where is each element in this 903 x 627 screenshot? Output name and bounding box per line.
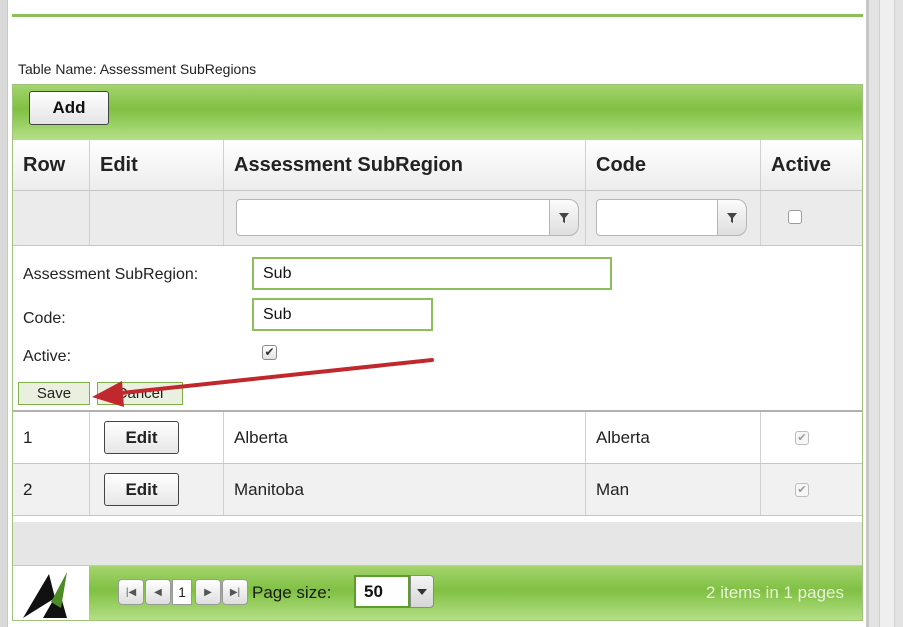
- active-filter-checkbox[interactable]: [788, 210, 802, 224]
- active-field-label: Active:: [23, 348, 72, 365]
- filter-cell-subregion: [224, 191, 586, 245]
- add-button[interactable]: Add: [29, 91, 109, 125]
- column-header-row[interactable]: Row: [13, 140, 90, 190]
- row-number-cell: 1: [13, 412, 90, 463]
- table-row[interactable]: 1 Edit Alberta Alberta ✔: [13, 412, 862, 464]
- pager-info-text: 2 items in 1 pages: [706, 583, 844, 602]
- active-cell: ✔: [761, 464, 862, 515]
- save-button[interactable]: Save: [18, 382, 90, 405]
- previous-page-icon[interactable]: ◀: [145, 579, 171, 605]
- page-size-label: Page size:: [252, 583, 332, 602]
- subregion-field[interactable]: [252, 257, 612, 290]
- next-page-icon[interactable]: ▶: [195, 579, 221, 605]
- vertical-scrollbar[interactable]: [866, 0, 903, 627]
- row-number-cell: 2: [13, 464, 90, 515]
- filter-cell-row: [13, 191, 90, 245]
- current-page-number[interactable]: 1: [172, 579, 192, 605]
- column-header-active[interactable]: Active: [761, 140, 862, 190]
- row-edit-cell: Edit: [90, 464, 224, 515]
- row-active-checkbox: ✔: [795, 482, 809, 497]
- table-row[interactable]: 2 Edit Manitoba Man ✔: [13, 464, 862, 516]
- chevron-down-icon: [417, 588, 427, 595]
- row-edit-button[interactable]: Edit: [104, 473, 179, 506]
- filter-cell-code: [586, 191, 761, 245]
- grid-header-row: Row Edit Assessment SubRegion Code Activ…: [13, 139, 862, 191]
- subregion-field-label: Assessment SubRegion:: [23, 266, 199, 283]
- active-cell: ✔: [761, 412, 862, 463]
- code-filter-input[interactable]: [596, 199, 718, 236]
- row-edit-button[interactable]: Edit: [104, 421, 179, 454]
- last-page-icon[interactable]: ▶|: [222, 579, 248, 605]
- data-grid: Add Row Edit Assessment SubRegion Code A…: [12, 84, 863, 621]
- grid-empty-area: [13, 522, 862, 566]
- filter-cell-edit: [90, 191, 224, 245]
- logo-icon: [23, 572, 67, 618]
- first-page-icon[interactable]: |◀: [118, 579, 144, 605]
- active-checkbox[interactable]: ✔: [262, 345, 277, 360]
- code-field[interactable]: [252, 298, 433, 331]
- grid-pager: |◀ ◀ 1 ▶ ▶| Page size: 50 2 items in 1 p…: [13, 566, 862, 620]
- subregion-filter-input[interactable]: [236, 199, 550, 236]
- code-cell: Alberta: [586, 412, 761, 463]
- page-size-dropdown-button[interactable]: [410, 575, 434, 608]
- row-active-checkbox: ✔: [795, 430, 809, 445]
- left-window-edge: [0, 0, 8, 627]
- top-divider: [12, 14, 863, 17]
- subregion-cell: Alberta: [224, 412, 586, 463]
- funnel-icon: [559, 212, 569, 223]
- code-cell: Man: [586, 464, 761, 515]
- subregion-cell: Manitoba: [224, 464, 586, 515]
- page-size-select[interactable]: 50: [354, 575, 410, 608]
- cancel-button[interactable]: Cancel: [97, 382, 183, 405]
- inline-edit-form: Assessment SubRegion: Code: Active: ✔ Sa…: [13, 246, 862, 412]
- column-header-code[interactable]: Code: [586, 140, 761, 190]
- subregion-filter-button[interactable]: [549, 199, 579, 236]
- pager-bar: |◀ ◀ 1 ▶ ▶| Page size: 50 2 items in 1 p…: [89, 566, 862, 620]
- filter-row: [13, 191, 862, 246]
- filter-cell-active: [761, 191, 862, 245]
- code-field-label: Code:: [23, 310, 66, 327]
- grid-toolbar: Add: [13, 85, 862, 139]
- column-header-subregion[interactable]: Assessment SubRegion: [224, 140, 586, 190]
- code-filter-button[interactable]: [717, 199, 747, 236]
- row-edit-cell: Edit: [90, 412, 224, 463]
- funnel-icon: [727, 212, 737, 223]
- table-name-label: Table Name: Assessment SubRegions: [18, 61, 257, 77]
- column-header-edit[interactable]: Edit: [90, 140, 224, 190]
